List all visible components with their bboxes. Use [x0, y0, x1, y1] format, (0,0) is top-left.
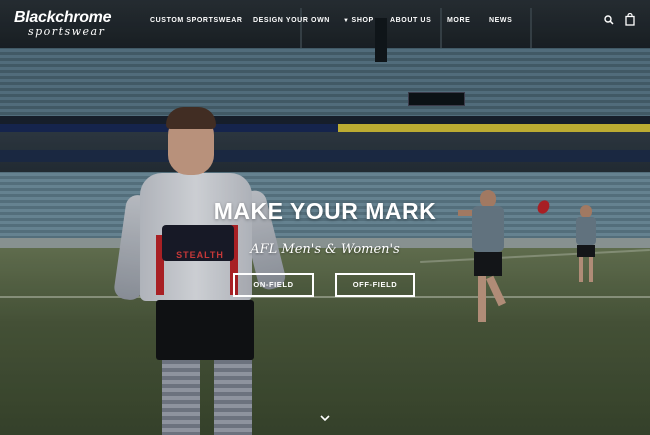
nav-custom-sportswear[interactable]: CUSTOM SPORTSWEAR [150, 17, 243, 31]
hero-subtitle: AFL Men's & Women's [250, 242, 400, 257]
chevron-down-icon[interactable] [318, 413, 332, 423]
hero-title: MAKE YOUR MARK [213, 198, 437, 224]
cart-icon[interactable] [625, 13, 635, 26]
nav-news[interactable]: NEWS [489, 17, 512, 31]
chevron-down-icon: ▼ [343, 18, 350, 24]
site-header: Blackchrome sportswear CUSTOM SPORTSWEAR… [0, 0, 650, 44]
nav-more[interactable]: MORE [447, 17, 470, 31]
brand-tagline: sportswear [28, 25, 106, 38]
nav-shop[interactable]: ▼ SHOP [343, 17, 374, 31]
nav-design-your-own[interactable]: DESIGN YOUR OWN [253, 17, 330, 31]
brand-logo[interactable]: Blackchrome sportswear [14, 9, 138, 41]
nav-about-us[interactable]: ABOUT US [390, 17, 431, 31]
search-icon[interactable] [604, 15, 614, 25]
off-field-button[interactable]: OFF-FIELD [335, 273, 415, 297]
on-field-button[interactable]: ON-FIELD [233, 273, 314, 297]
nav-shop-label: SHOP [351, 17, 374, 24]
